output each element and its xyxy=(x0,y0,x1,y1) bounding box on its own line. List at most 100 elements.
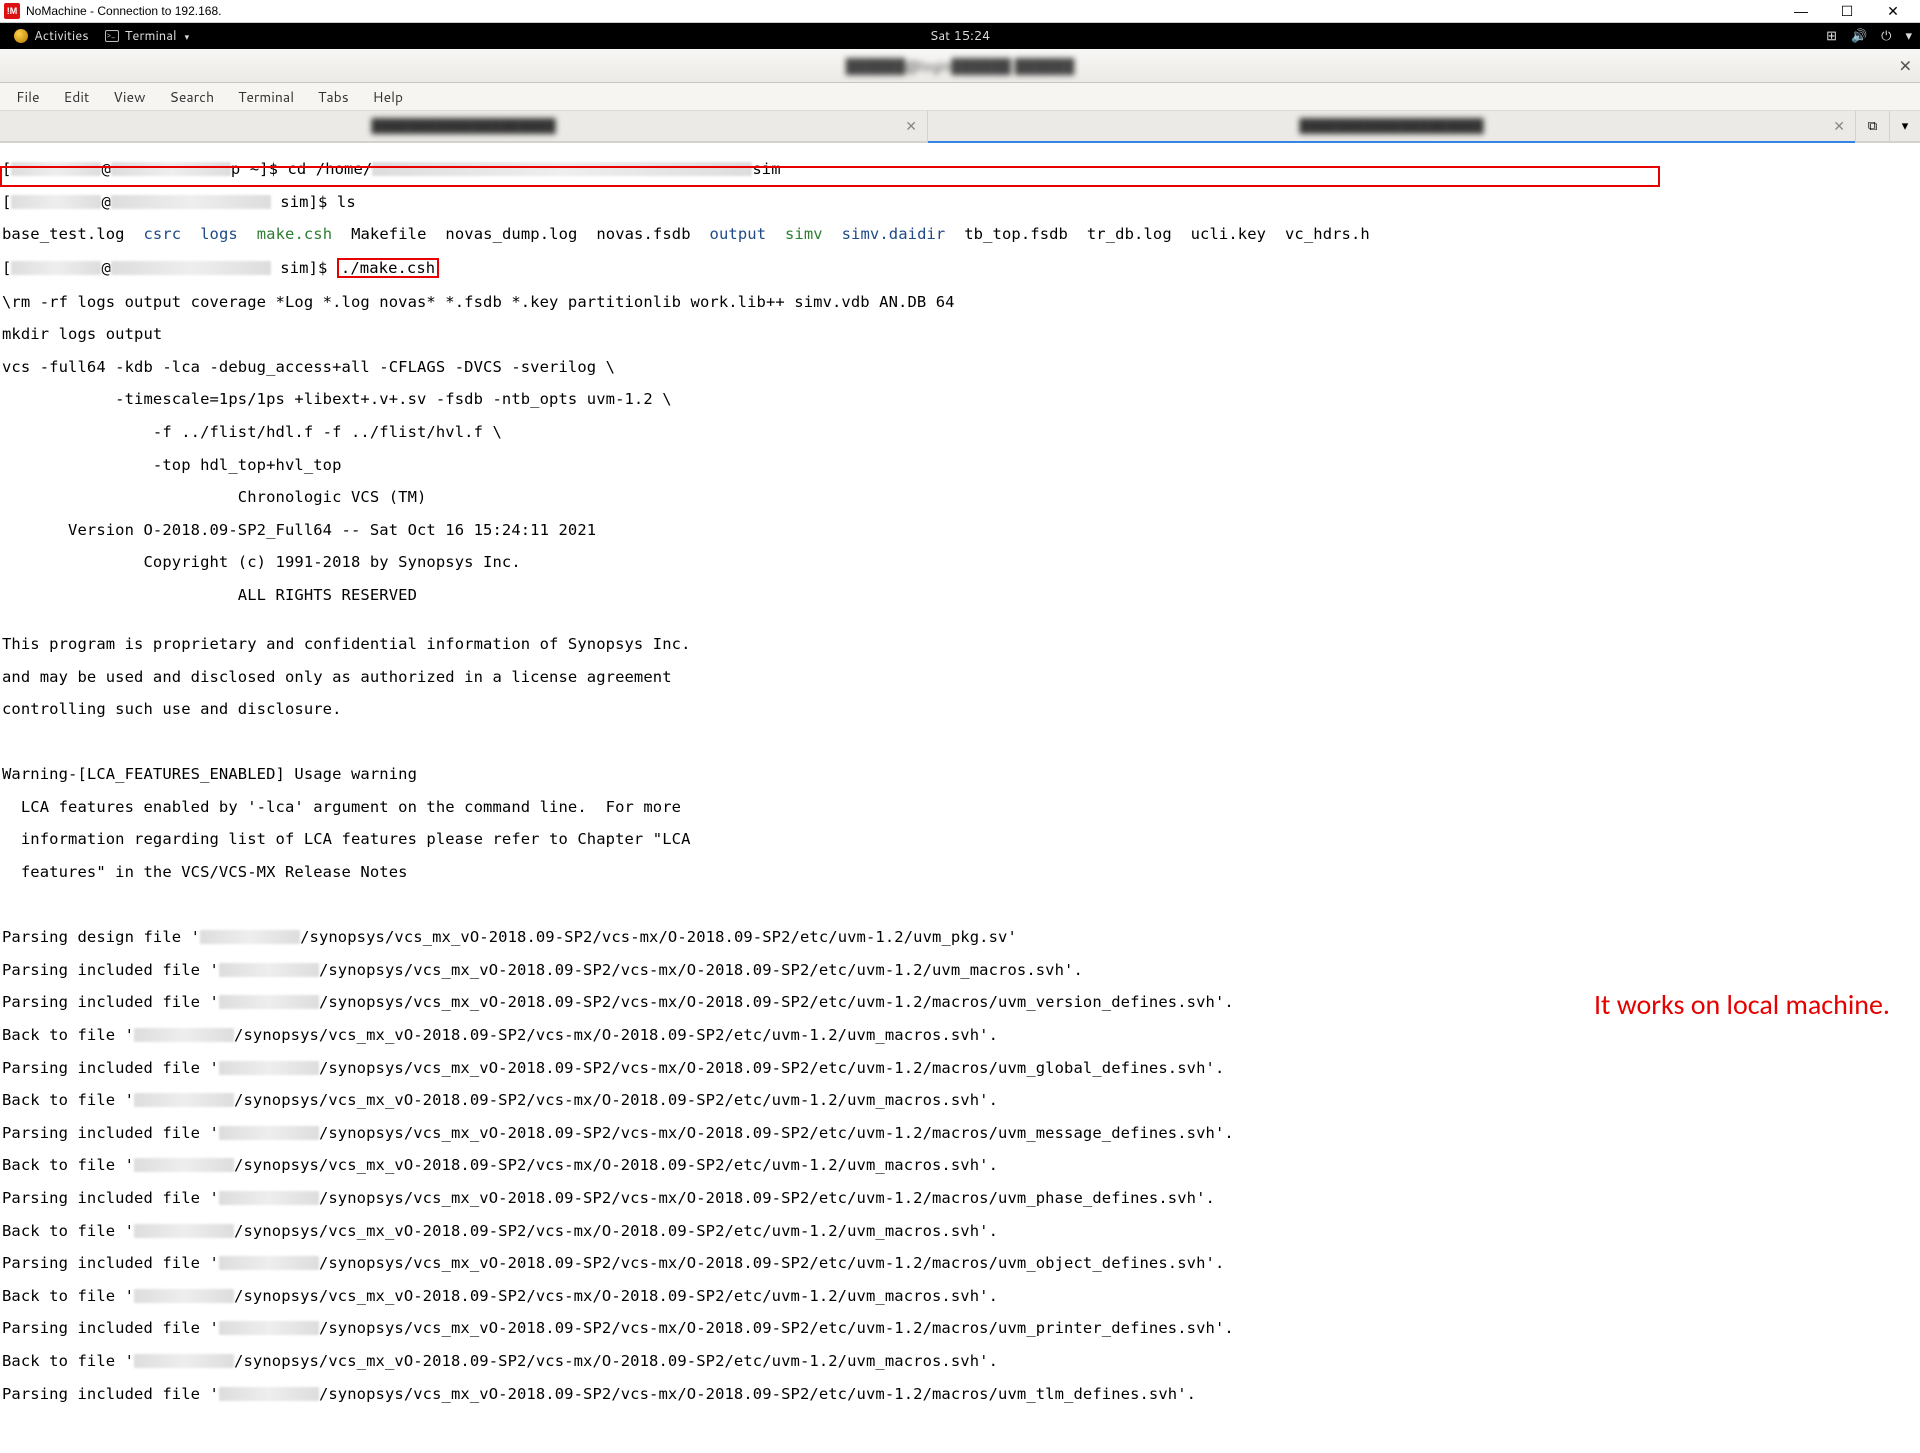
output-text: /synopsys/vcs_mx_vO-2018.09-SP2/vcs-mx/O… xyxy=(319,1319,1234,1337)
ls-dir: output xyxy=(710,225,767,243)
clock[interactable]: Sat 15:24 xyxy=(930,27,991,45)
output-text: /synopsys/vcs_mx_vO-2018.09-SP2/vcs-mx/O… xyxy=(234,1222,998,1240)
ls-dir: logs xyxy=(200,225,238,243)
output-line: Chronologic VCS (TM) xyxy=(2,489,1918,505)
output-line: mkdir logs output xyxy=(2,326,1918,342)
output-line: Warning-[LCA_FEATURES_ENABLED] Usage war… xyxy=(2,766,1918,782)
output-text: Parsing included file ' xyxy=(2,1319,219,1337)
output-line: This program is proprietary and confiden… xyxy=(2,636,1918,652)
menu-view[interactable]: View xyxy=(101,83,157,111)
activities-button[interactable]: Activities xyxy=(8,27,95,45)
output-text: /synopsys/vcs_mx_vO-2018.09-SP2/vcs-mx/O… xyxy=(234,1156,998,1174)
redacted xyxy=(11,195,101,209)
output-line: Copyright (c) 1991-2018 by Synopsys Inc. xyxy=(2,554,1918,570)
output-text: Parsing included file ' xyxy=(2,993,219,1011)
tab-1-close-icon[interactable]: ✕ xyxy=(905,116,917,136)
output-text: /synopsys/vcs_mx_vO-2018.09-SP2/vcs-mx/O… xyxy=(300,928,1017,946)
redacted xyxy=(134,1158,234,1172)
app-menu[interactable]: Terminal ▾ xyxy=(95,27,199,45)
annotation-text: It works on local machine. xyxy=(1594,987,1890,1022)
output-text: /synopsys/vcs_mx_vO-2018.09-SP2/vcs-mx/O… xyxy=(319,993,1234,1011)
menu-terminal[interactable]: Terminal xyxy=(226,83,306,111)
new-tab-button[interactable]: ⧉ xyxy=(1856,111,1890,141)
ls-exec: simv xyxy=(785,225,823,243)
minimize-button[interactable]: — xyxy=(1778,0,1824,23)
output-text: /synopsys/vcs_mx_vO-2018.09-SP2/vcs-mx/O… xyxy=(319,1189,1215,1207)
tab-2-label: ████████████████████ xyxy=(1299,117,1483,135)
power-icon[interactable]: ⏻ xyxy=(1881,27,1891,45)
terminal-headerbar: ██████@login██████ ██████ ✕ xyxy=(0,49,1920,83)
menu-tabs[interactable]: Tabs xyxy=(306,83,361,111)
ls-dir: simv.daidir xyxy=(842,225,946,243)
windows-titlebar: !M NoMachine - Connection to 192.168. — … xyxy=(0,0,1920,23)
redacted xyxy=(372,162,752,176)
tab-1-label: ████████████████████ xyxy=(371,117,555,135)
tab-2[interactable]: ████████████████████ ✕ xyxy=(928,111,1856,141)
output-line: LCA features enabled by '-lca' argument … xyxy=(2,799,1918,815)
output-line: \rm -rf logs output coverage *Log *.log … xyxy=(2,294,1918,310)
output-text: Back to file ' xyxy=(2,1222,134,1240)
tab-2-close-icon[interactable]: ✕ xyxy=(1833,116,1845,136)
redacted xyxy=(11,261,101,275)
redacted xyxy=(219,995,319,1009)
tab-dropdown-button[interactable]: ▾ xyxy=(1890,111,1920,141)
output-text: /synopsys/vcs_mx_vO-2018.09-SP2/vcs-mx/O… xyxy=(319,961,1083,979)
redacted xyxy=(111,195,271,209)
menu-file[interactable]: File xyxy=(4,83,52,111)
maximize-button[interactable]: ☐ xyxy=(1824,0,1870,23)
ls-file: vc_hdrs.h xyxy=(1285,225,1370,243)
output-text: /synopsys/vcs_mx_vO-2018.09-SP2/vcs-mx/O… xyxy=(319,1385,1196,1403)
output-text: Parsing design file ' xyxy=(2,928,200,946)
menu-search[interactable]: Search xyxy=(158,83,227,111)
output-line: features" in the VCS/VCS-MX Release Note… xyxy=(2,864,1918,880)
output-text: Back to file ' xyxy=(2,1287,134,1305)
prompt-at: @ xyxy=(101,259,110,277)
ls-file: Makefile xyxy=(351,225,426,243)
redacted xyxy=(134,1354,234,1368)
output-line: information regarding list of LCA featur… xyxy=(2,831,1918,847)
output-text: Parsing included file ' xyxy=(2,1254,219,1272)
output-text: /synopsys/vcs_mx_vO-2018.09-SP2/vcs-mx/O… xyxy=(319,1254,1224,1272)
output-text: /synopsys/vcs_mx_vO-2018.09-SP2/vcs-mx/O… xyxy=(234,1091,998,1109)
close-button[interactable]: ✕ xyxy=(1870,0,1916,23)
ls-file: novas_dump.log xyxy=(445,225,577,243)
ls-file: base_test.log xyxy=(2,225,125,243)
volume-icon[interactable]: 🔊 xyxy=(1851,27,1867,45)
menu-help[interactable]: Help xyxy=(361,83,415,111)
redacted xyxy=(219,963,319,977)
window-title: NoMachine - Connection to 192.168. xyxy=(26,4,221,18)
prompt-cmd: p ~]$ cd /home/ xyxy=(231,160,372,178)
output-line: vcs -full64 -kdb -lca -debug_access+all … xyxy=(2,359,1918,375)
ls-file: tb_top.fsdb xyxy=(964,225,1068,243)
prompt-at: @ xyxy=(101,193,110,211)
tabbar: ████████████████████ ✕ █████████████████… xyxy=(0,111,1920,143)
output-line: -top hdl_top+hvl_top xyxy=(2,457,1918,473)
terminal-close-button[interactable]: ✕ xyxy=(1899,54,1912,77)
tab-1[interactable]: ████████████████████ ✕ xyxy=(0,111,928,141)
output-text: Back to file ' xyxy=(2,1156,134,1174)
output-line: -timescale=1ps/1ps +libext+.v+.sv -fsdb … xyxy=(2,391,1918,407)
redacted xyxy=(219,1256,319,1270)
ls-file: ucli.key xyxy=(1191,225,1266,243)
output-text: Back to file ' xyxy=(2,1026,134,1044)
system-menu-chevron-icon[interactable]: ▾ xyxy=(1905,27,1912,45)
output-text: Parsing included file ' xyxy=(2,961,219,979)
prompt-bracket: [ xyxy=(2,259,11,277)
activities-icon xyxy=(14,29,28,43)
output-text: Parsing included file ' xyxy=(2,1059,219,1077)
terminal-output[interactable]: [ @ p ~]$ cd /home/sim [ @ sim]$ ls base_te… xyxy=(0,143,1920,1453)
prompt-ls: sim]$ ls xyxy=(271,193,356,211)
redacted xyxy=(219,1061,319,1075)
network-icon[interactable]: ⊞ xyxy=(1826,27,1837,45)
ls-exec: make.csh xyxy=(257,225,332,243)
redacted xyxy=(134,1224,234,1238)
terminal-title: ██████@login██████ ██████ xyxy=(846,56,1075,76)
activities-label: Activities xyxy=(34,27,89,45)
chevron-down-icon: ▾ xyxy=(185,30,190,43)
prompt-bracket: [ xyxy=(2,193,11,211)
prompt-tail: sim]$ xyxy=(271,259,337,277)
prompt-path-tail: sim xyxy=(752,160,780,178)
redacted xyxy=(134,1289,234,1303)
menu-edit[interactable]: Edit xyxy=(52,83,102,111)
output-line: -f ../flist/hdl.f -f ../flist/hvl.f \ xyxy=(2,424,1918,440)
